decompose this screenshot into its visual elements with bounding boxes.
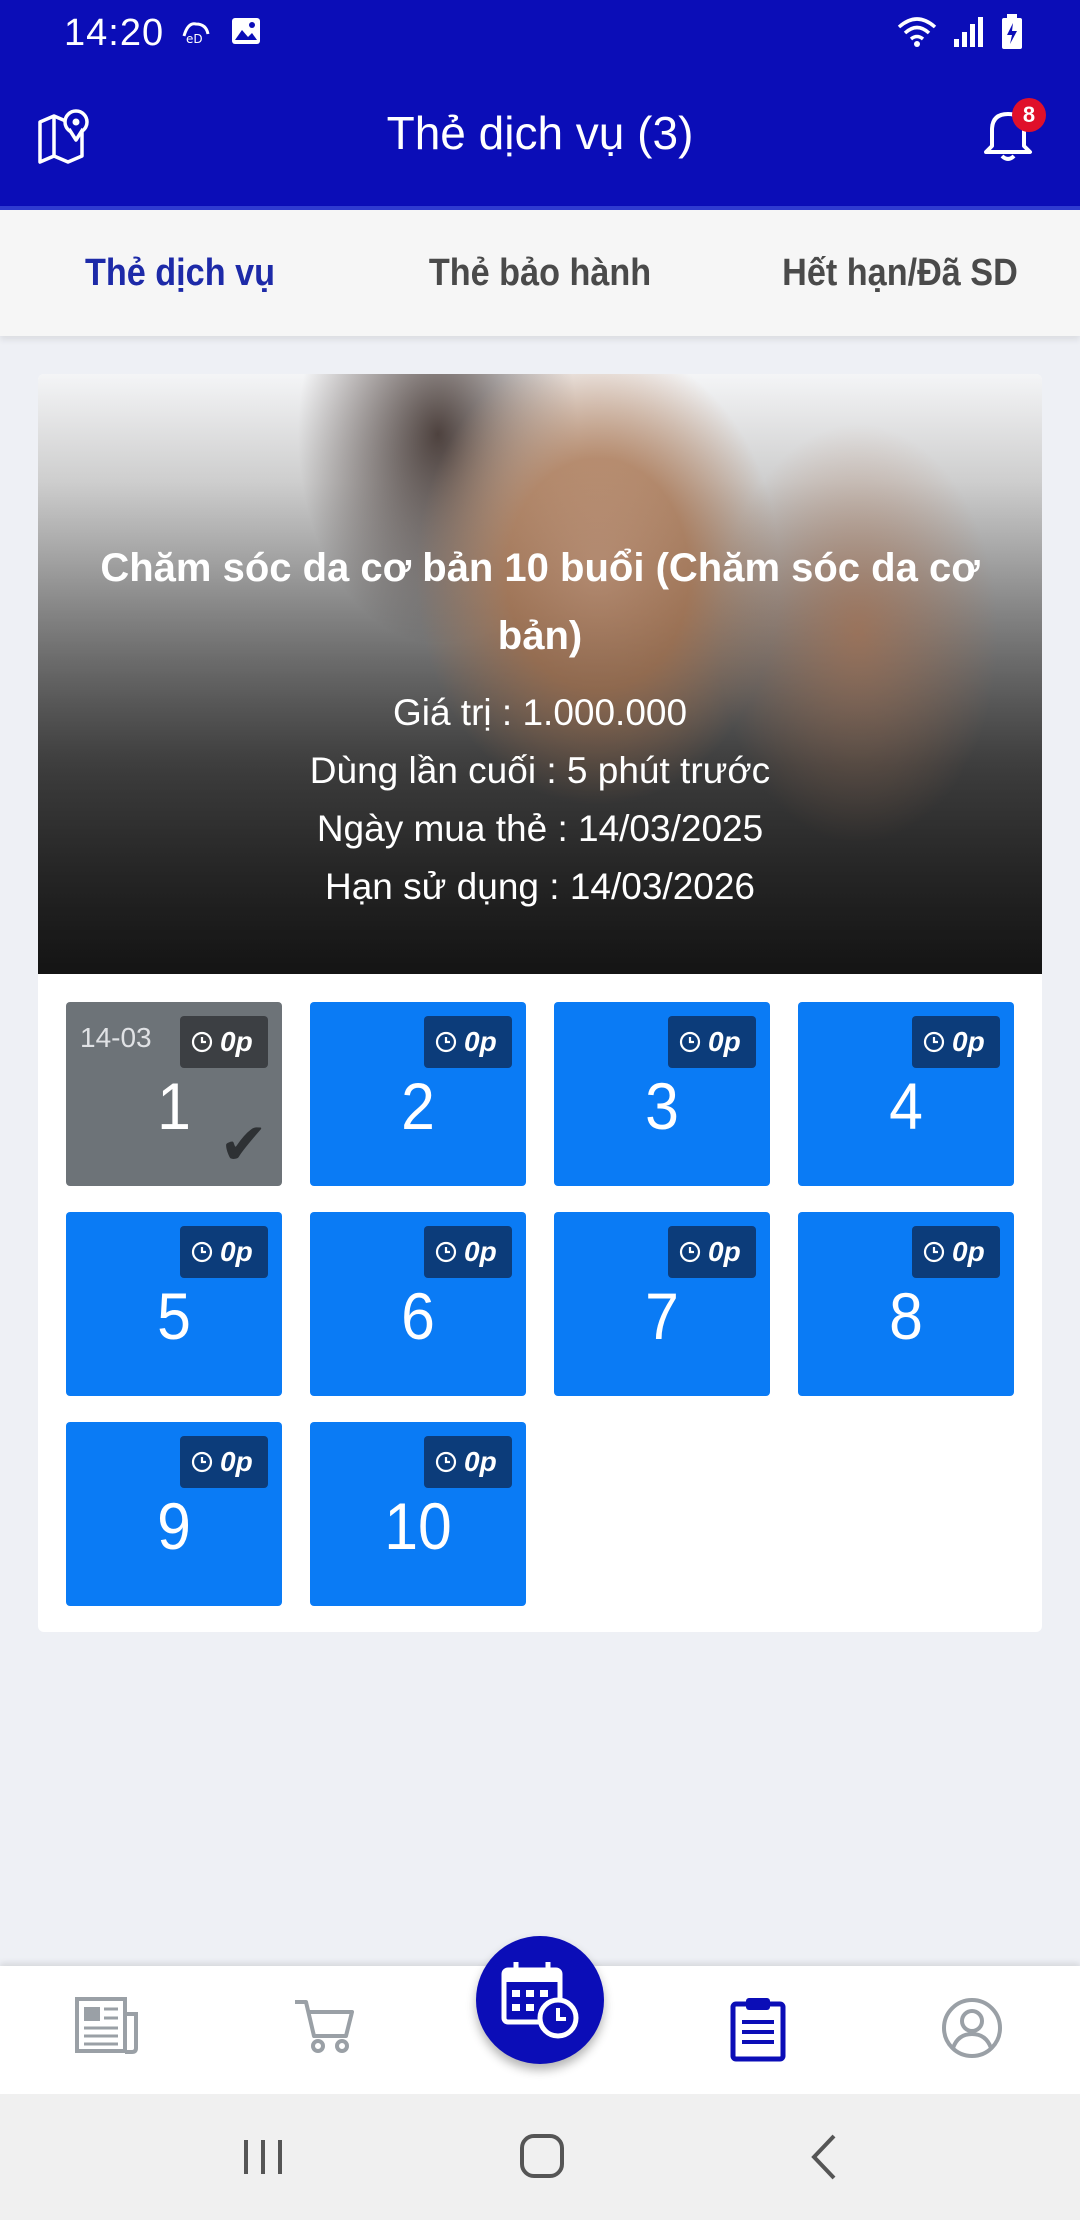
service-card: Chăm sóc da cơ bản 10 buổi (Chăm sóc da … bbox=[38, 374, 1042, 1632]
notification-badge: 8 bbox=[1012, 98, 1046, 132]
session-duration-badge: 0p bbox=[424, 1226, 512, 1278]
wifi-icon bbox=[897, 17, 937, 47]
session-tile[interactable]: 14-03 0p 1 ✔ bbox=[66, 1002, 282, 1186]
card-value: Giá trị : 1.000.000 bbox=[392, 692, 688, 733]
clock-icon bbox=[435, 1031, 457, 1053]
clock-icon bbox=[679, 1241, 701, 1263]
session-duration-badge: 0p bbox=[180, 1226, 268, 1278]
page-title: Thẻ dịch vụ (3) bbox=[386, 107, 694, 159]
session-duration: 0p bbox=[220, 1236, 253, 1267]
app-header: Thẻ dịch vụ (3) 8 bbox=[0, 66, 1080, 206]
recent-apps-icon[interactable] bbox=[240, 2134, 286, 2180]
clock-icon bbox=[923, 1241, 945, 1263]
session-tile[interactable]: 0p 9 bbox=[66, 1422, 282, 1606]
user-profile-icon bbox=[942, 1998, 1002, 2058]
image-icon bbox=[232, 18, 260, 44]
status-time: 14:20 bbox=[64, 12, 165, 54]
clock-icon bbox=[679, 1031, 701, 1053]
session-number: 7 bbox=[645, 1279, 679, 1353]
sessions-grid: 14-03 0p 1 ✔ 0p 2 0p 3 0p 4 0p 5 0p 6 0p… bbox=[66, 1002, 1018, 1606]
session-duration-badge: 0p bbox=[424, 1436, 512, 1488]
session-tile[interactable]: 0p 4 bbox=[798, 1002, 1014, 1186]
card-last-used: Dùng lần cuối : 5 phút trước bbox=[309, 750, 771, 791]
nav-profile-button[interactable] bbox=[940, 1996, 1010, 2066]
booking-calendar-icon bbox=[501, 1962, 579, 2039]
session-tile[interactable]: 0p 6 bbox=[310, 1212, 526, 1396]
clock-icon bbox=[191, 1451, 213, 1473]
clock-icon bbox=[191, 1031, 213, 1053]
status-bar: 14:20 eD bbox=[0, 0, 1080, 66]
session-duration: 0p bbox=[220, 1446, 253, 1477]
svg-text:eD: eD bbox=[186, 32, 203, 46]
session-duration: 0p bbox=[952, 1236, 985, 1267]
news-icon bbox=[75, 1997, 138, 2054]
tab-bar: Thẻ dịch vụ Thẻ bảo hành Hết hạn/Đã SD bbox=[0, 206, 1080, 336]
session-tile[interactable]: 0p 2 bbox=[310, 1002, 526, 1186]
session-number: 3 bbox=[645, 1069, 679, 1143]
tab-service-cards[interactable]: Thẻ dịch vụ bbox=[18, 210, 342, 336]
session-duration-badge: 0p bbox=[912, 1016, 1000, 1068]
session-duration-badge: 0p bbox=[668, 1226, 756, 1278]
session-duration: 0p bbox=[464, 1236, 497, 1267]
session-duration: 0p bbox=[220, 1026, 253, 1057]
session-number: 10 bbox=[384, 1489, 452, 1563]
session-number: 4 bbox=[889, 1069, 923, 1143]
session-duration: 0p bbox=[708, 1026, 741, 1057]
checkmark-icon: ✔ bbox=[219, 1112, 268, 1177]
session-number: 8 bbox=[889, 1279, 923, 1353]
session-number: 6 bbox=[401, 1279, 435, 1353]
session-number: 2 bbox=[401, 1069, 435, 1143]
booking-fab-button[interactable] bbox=[476, 1936, 604, 2064]
session-date: 14-03 bbox=[80, 1022, 152, 1053]
card-purchase-date: Ngày mua thẻ : 14/03/2025 bbox=[316, 808, 764, 849]
card-hero-image: Chăm sóc da cơ bản 10 buổi (Chăm sóc da … bbox=[38, 374, 1042, 974]
session-duration-badge: 0p bbox=[424, 1016, 512, 1068]
session-duration-badge: 0p bbox=[180, 1016, 268, 1068]
session-tile[interactable]: 0p 5 bbox=[66, 1212, 282, 1396]
session-duration: 0p bbox=[708, 1236, 741, 1267]
tab-expired-used[interactable]: Hết hạn/Đã SD bbox=[738, 210, 1062, 336]
home-icon[interactable] bbox=[518, 2132, 566, 2180]
card-title: Chăm sóc da cơ bản 10 buổi (Chăm sóc da … bbox=[100, 546, 980, 658]
back-icon[interactable] bbox=[804, 2132, 844, 2182]
nav-cart-button[interactable] bbox=[292, 1996, 362, 2066]
nav-news-button[interactable] bbox=[74, 1996, 144, 2066]
card-expiry-date: Hạn sử dụng : 14/03/2026 bbox=[324, 866, 756, 907]
signal-icon bbox=[954, 17, 983, 47]
notifications-button[interactable]: 8 bbox=[978, 98, 1046, 168]
session-duration: 0p bbox=[464, 1026, 497, 1057]
clock-icon bbox=[435, 1451, 457, 1473]
cart-icon bbox=[295, 2000, 354, 2053]
session-number: 5 bbox=[157, 1279, 191, 1353]
clipboard-icon bbox=[730, 1998, 786, 2062]
session-tile[interactable]: 0p 7 bbox=[554, 1212, 770, 1396]
session-tile[interactable]: 0p 10 bbox=[310, 1422, 526, 1606]
session-duration-badge: 0p bbox=[180, 1436, 268, 1488]
clock-icon bbox=[435, 1241, 457, 1263]
nav-service-cards-button[interactable] bbox=[730, 1996, 800, 2066]
battery-icon bbox=[1002, 14, 1022, 49]
session-tile[interactable]: 0p 3 bbox=[554, 1002, 770, 1186]
clock-icon bbox=[191, 1241, 213, 1263]
notification-app-icon: eD bbox=[182, 22, 210, 46]
session-duration: 0p bbox=[464, 1446, 497, 1477]
session-duration-badge: 0p bbox=[912, 1226, 1000, 1278]
clock-icon bbox=[923, 1031, 945, 1053]
session-tile[interactable]: 0p 8 bbox=[798, 1212, 1014, 1396]
system-navigation-bar bbox=[0, 2094, 1080, 2220]
tab-warranty-cards[interactable]: Thẻ bảo hành bbox=[378, 210, 702, 336]
session-duration: 0p bbox=[952, 1026, 985, 1057]
session-duration-badge: 0p bbox=[668, 1016, 756, 1068]
session-number: 9 bbox=[157, 1489, 191, 1563]
